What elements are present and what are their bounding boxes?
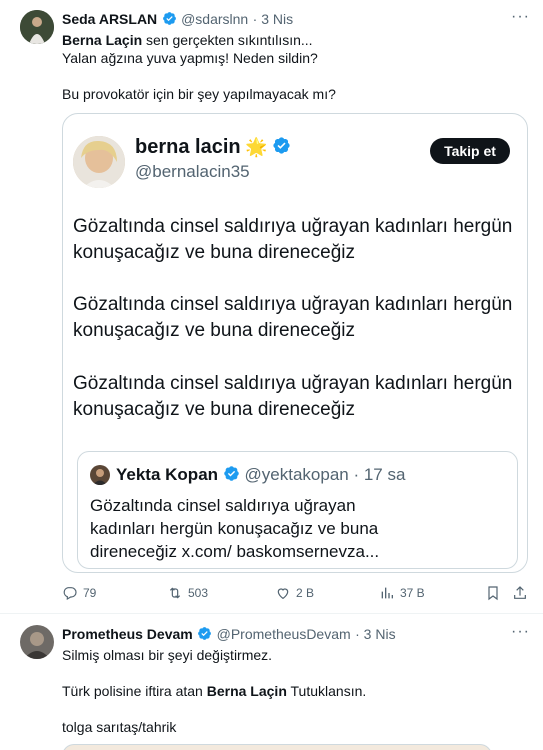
mention-name[interactable]: Berna Laçin (207, 683, 287, 699)
author-handle[interactable]: @PrometheusDevam (217, 626, 351, 642)
quoted-header: berna lacin 🌟 (135, 136, 291, 159)
follow-button[interactable]: Takip et (430, 138, 510, 164)
share-button[interactable] (512, 585, 528, 601)
nested-quote-card[interactable]: Yekta Kopan @yektakopan · 17 sa Gözaltın… (77, 451, 518, 569)
reply-count: 79 (83, 586, 97, 600)
nested-header: Yekta Kopan @yektakopan · 17 sa (116, 465, 405, 485)
quoted-handle[interactable]: @bernalacin35 (135, 162, 250, 182)
author-name[interactable]: Prometheus Devam (62, 626, 193, 642)
view-count: 37 B (400, 586, 425, 600)
nested-author-name[interactable]: Yekta Kopan (116, 465, 218, 484)
views-icon (381, 587, 393, 599)
post-header: Prometheus Devam @PrometheusDevam · 3 Ni… (62, 626, 396, 644)
nested-text: Gözaltında cinsel saldırıya uğrayan kadı… (90, 496, 380, 561)
views-button[interactable]: 37 B (379, 585, 425, 601)
heart-icon (277, 588, 289, 600)
verified-icon (162, 12, 176, 25)
quoted-avatar[interactable] (73, 136, 125, 188)
repost-icon (169, 587, 181, 599)
post-header: Seda ARSLAN @sdarslnn · 3 Nis (62, 11, 293, 29)
bookmark-button[interactable] (485, 585, 501, 601)
nested-time[interactable]: · 17 sa (353, 465, 405, 484)
author-name[interactable]: Seda ARSLAN (62, 11, 157, 27)
next-card-edge (62, 744, 492, 750)
bookmark-icon (488, 586, 498, 601)
share-icon (514, 586, 526, 599)
repost-button[interactable]: 503 (167, 585, 208, 601)
mention-name[interactable]: Berna Laçin (62, 32, 142, 48)
quoted-post-card[interactable]: berna lacin 🌟 @bernalacin35 Takip et Göz… (62, 113, 528, 573)
star-emoji: 🌟 (245, 137, 268, 157)
post-divider (0, 613, 543, 614)
like-count: 2 B (296, 586, 315, 600)
post-time[interactable]: · 3 Nis (253, 11, 293, 27)
verified-icon (198, 627, 212, 640)
avatar[interactable] (20, 10, 54, 44)
reply-button[interactable]: 79 (62, 585, 96, 601)
repost-count: 503 (188, 586, 209, 600)
quoted-paragraph: Gözaltında cinsel saldırıya uğrayan kadı… (73, 373, 513, 420)
quoted-paragraph: Gözaltında cinsel saldırıya uğrayan kadı… (73, 294, 513, 341)
nested-avatar[interactable] (90, 465, 110, 485)
like-button[interactable]: 2 B (275, 585, 314, 601)
nested-handle[interactable]: @yektakopan (245, 465, 349, 484)
verified-icon (224, 466, 239, 481)
more-icon[interactable]: ··· (511, 623, 530, 641)
post-text: Berna Laçin sen gerçekten sıkıntılısın..… (62, 32, 336, 102)
post-time[interactable]: · 3 Nis (355, 626, 395, 642)
verified-icon (273, 137, 290, 154)
quoted-paragraph: Gözaltında cinsel saldırıya uğrayan kadı… (73, 216, 513, 263)
reply-icon (63, 587, 77, 601)
post-text: Silmiş olması bir şeyi değiştirmez. Türk… (62, 647, 367, 735)
avatar[interactable] (20, 625, 54, 659)
quoted-author-name[interactable]: berna lacin (135, 136, 241, 158)
author-handle[interactable]: @sdarslnn (181, 11, 248, 27)
more-icon[interactable]: ··· (511, 8, 530, 26)
